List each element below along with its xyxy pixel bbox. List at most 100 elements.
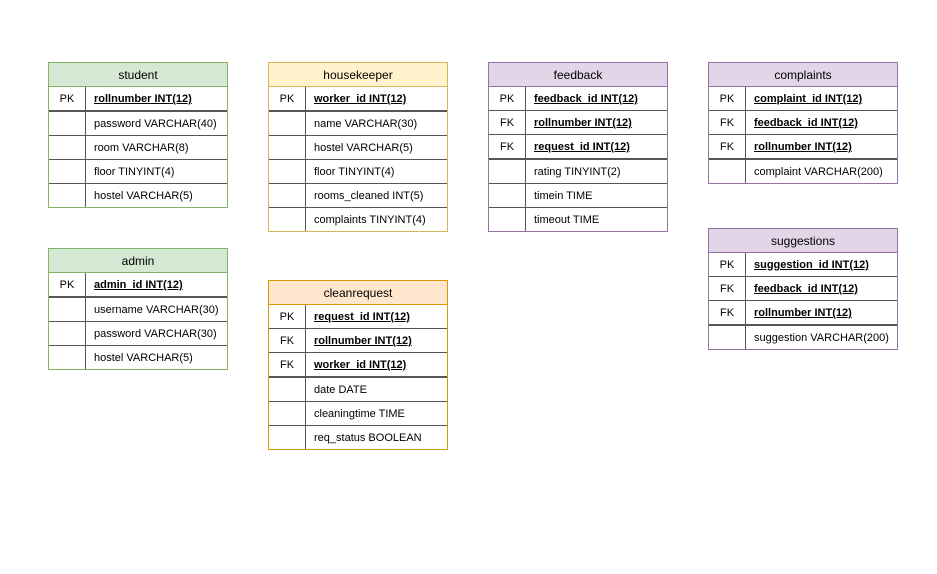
key-cell: FK — [709, 135, 746, 158]
entity-title: complaints — [709, 63, 897, 87]
key-cell — [269, 208, 306, 231]
table-row: rooms_cleaned INT(5) — [269, 184, 447, 208]
entity-body: PKrollnumber INT(12)password VARCHAR(40)… — [49, 87, 227, 207]
table-row: complaint VARCHAR(200) — [709, 160, 897, 183]
table-row: PKrequest_id INT(12) — [269, 305, 447, 329]
table-row: timein TIME — [489, 184, 667, 208]
table-row: floor TINYINT(4) — [269, 160, 447, 184]
table-row: PKadmin_id INT(12) — [49, 273, 227, 298]
key-cell — [269, 136, 306, 159]
key-cell: PK — [49, 87, 86, 110]
table-row: FKrollnumber INT(12) — [269, 329, 447, 353]
key-cell: FK — [489, 135, 526, 158]
key-cell — [49, 298, 86, 321]
field-cell: complaints TINYINT(4) — [306, 208, 447, 231]
table-row: suggestion VARCHAR(200) — [709, 326, 897, 349]
field-cell: timein TIME — [526, 184, 667, 207]
key-cell — [489, 208, 526, 231]
entity-suggestions: suggestions PKsuggestion_id INT(12)FKfee… — [708, 228, 898, 350]
key-cell — [49, 184, 86, 207]
field-cell: rating TINYINT(2) — [526, 160, 667, 183]
field-cell: hostel VARCHAR(5) — [86, 346, 227, 369]
key-cell — [269, 426, 306, 449]
field-cell: rollnumber INT(12) — [746, 301, 897, 324]
field-cell: request_id INT(12) — [306, 305, 447, 328]
field-cell: rollnumber INT(12) — [86, 87, 227, 110]
table-row: username VARCHAR(30) — [49, 298, 227, 322]
entity-body: PKadmin_id INT(12)username VARCHAR(30)pa… — [49, 273, 227, 369]
field-cell: request_id INT(12) — [526, 135, 667, 158]
field-cell: rooms_cleaned INT(5) — [306, 184, 447, 207]
field-cell: hostel VARCHAR(5) — [306, 136, 447, 159]
table-row: hostel VARCHAR(5) — [269, 136, 447, 160]
table-row: hostel VARCHAR(5) — [49, 346, 227, 369]
table-row: FKworker_id INT(12) — [269, 353, 447, 378]
key-cell — [49, 136, 86, 159]
table-row: date DATE — [269, 378, 447, 402]
field-cell: name VARCHAR(30) — [306, 112, 447, 135]
entity-title: admin — [49, 249, 227, 273]
table-row: floor TINYINT(4) — [49, 160, 227, 184]
key-cell — [489, 184, 526, 207]
entity-body: PKsuggestion_id INT(12)FKfeedback_id INT… — [709, 253, 897, 349]
table-row: room VARCHAR(8) — [49, 136, 227, 160]
field-cell: date DATE — [306, 378, 447, 401]
table-row: PKfeedback_id INT(12) — [489, 87, 667, 111]
entity-feedback: feedback PKfeedback_id INT(12)FKrollnumb… — [488, 62, 668, 232]
entity-title: suggestions — [709, 229, 897, 253]
field-cell: feedback_id INT(12) — [746, 111, 897, 134]
key-cell — [709, 326, 746, 349]
field-cell: rollnumber INT(12) — [746, 135, 897, 158]
field-cell: admin_id INT(12) — [86, 273, 227, 296]
table-row: PKrollnumber INT(12) — [49, 87, 227, 112]
key-cell — [709, 160, 746, 183]
table-row: password VARCHAR(30) — [49, 322, 227, 346]
key-cell — [269, 184, 306, 207]
table-row: name VARCHAR(30) — [269, 112, 447, 136]
entity-cleanrequest: cleanrequest PKrequest_id INT(12)FKrolln… — [268, 280, 448, 450]
field-cell: worker_id INT(12) — [306, 353, 447, 376]
table-row: FKfeedback_id INT(12) — [709, 277, 897, 301]
table-row: FKrequest_id INT(12) — [489, 135, 667, 160]
key-cell: PK — [269, 87, 306, 110]
table-row: req_status BOOLEAN — [269, 426, 447, 449]
table-row: timeout TIME — [489, 208, 667, 231]
entity-title: student — [49, 63, 227, 87]
table-row: cleaningtime TIME — [269, 402, 447, 426]
key-cell: FK — [269, 353, 306, 376]
field-cell: timeout TIME — [526, 208, 667, 231]
key-cell: FK — [709, 277, 746, 300]
key-cell — [489, 160, 526, 183]
table-row: FKrollnumber INT(12) — [709, 135, 897, 160]
key-cell — [269, 160, 306, 183]
field-cell: req_status BOOLEAN — [306, 426, 447, 449]
entity-body: PKworker_id INT(12)name VARCHAR(30)hoste… — [269, 87, 447, 231]
key-cell: FK — [709, 111, 746, 134]
key-cell: PK — [49, 273, 86, 296]
key-cell: FK — [269, 329, 306, 352]
table-row: PKsuggestion_id INT(12) — [709, 253, 897, 277]
field-cell: username VARCHAR(30) — [86, 298, 227, 321]
key-cell — [49, 112, 86, 135]
entity-body: PKrequest_id INT(12)FKrollnumber INT(12)… — [269, 305, 447, 449]
entity-student: student PKrollnumber INT(12)password VAR… — [48, 62, 228, 208]
field-cell: room VARCHAR(8) — [86, 136, 227, 159]
field-cell: suggestion VARCHAR(200) — [746, 326, 897, 349]
key-cell: FK — [489, 111, 526, 134]
entity-title: housekeeper — [269, 63, 447, 87]
entity-title: cleanrequest — [269, 281, 447, 305]
entity-body: PKfeedback_id INT(12)FKrollnumber INT(12… — [489, 87, 667, 231]
field-cell: floor TINYINT(4) — [306, 160, 447, 183]
field-cell: rollnumber INT(12) — [526, 111, 667, 134]
field-cell: floor TINYINT(4) — [86, 160, 227, 183]
field-cell: worker_id INT(12) — [306, 87, 447, 110]
key-cell — [269, 402, 306, 425]
key-cell: PK — [709, 87, 746, 110]
entity-title: feedback — [489, 63, 667, 87]
key-cell — [49, 160, 86, 183]
key-cell: PK — [489, 87, 526, 110]
field-cell: suggestion_id INT(12) — [746, 253, 897, 276]
entity-admin: admin PKadmin_id INT(12)username VARCHAR… — [48, 248, 228, 370]
table-row: FKrollnumber INT(12) — [709, 301, 897, 326]
table-row: hostel VARCHAR(5) — [49, 184, 227, 207]
